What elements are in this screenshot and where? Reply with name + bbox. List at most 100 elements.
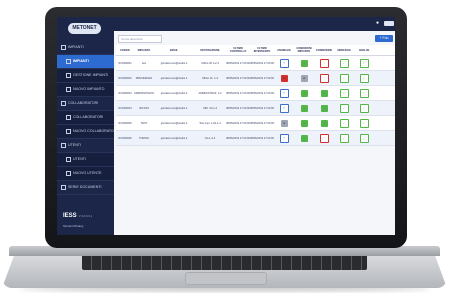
cell-id: ID:0000006: [118, 136, 132, 140]
cell-d1: 08/05/2019 17:00:00: [226, 76, 250, 80]
status-cell: ✓: [354, 103, 374, 113]
blue-status-icon[interactable]: ?: [279, 58, 289, 68]
user-menu[interactable]: [384, 21, 394, 26]
sidebar-item-nuovo-utente[interactable]: NUOVO UTENTE: [57, 167, 114, 181]
column-header[interactable]: EMAIL: [154, 49, 194, 52]
redfill-status-icon[interactable]: ✖: [280, 74, 288, 82]
chk-status-icon[interactable]: ✓: [359, 118, 369, 128]
sidebar-item-collaboratori[interactable]: COLLABORATORI: [57, 111, 114, 125]
cell-d2: 08/05/2019 17:00:00: [250, 61, 274, 65]
cell-mail: giordano.test@studio.it: [160, 106, 188, 110]
cell-mail: giordano.test@studio.it: [160, 61, 188, 65]
chk-status-icon[interactable]: ✓: [339, 58, 349, 68]
green-status-icon[interactable]: →: [320, 89, 328, 97]
laptop-trackpad: [185, 272, 267, 285]
red-status-icon[interactable]: !: [319, 133, 329, 143]
table-row[interactable]: ID:0000004 UFFICIO giordano.test@studio.it…: [116, 101, 395, 116]
sidebar-item-utenti[interactable]: UTENTI: [57, 139, 114, 153]
menu-icon: [61, 142, 66, 148]
table-row[interactable]: ID:0000001 test giordano.test@studio.it Uff…: [116, 56, 395, 71]
chk-status-icon[interactable]: ✓: [339, 133, 349, 143]
cell-id: ID:0000002: [118, 76, 132, 80]
chk-status-icon[interactable]: ✓: [339, 88, 349, 98]
sidebar-nav: IMPIANTI IMPIANTI GESTIONE IMPIANTI NUOVO I…: [57, 41, 114, 195]
status-cell: !: [314, 133, 334, 143]
menu-icon: [61, 184, 66, 190]
cell-dest: AMMINISTRAZ. 1-2: [198, 91, 222, 95]
status-cell: ✓: [334, 118, 354, 128]
chk-status-icon[interactable]: ✓: [359, 103, 369, 113]
footer-links[interactable]: Termini Privacy: [63, 224, 83, 228]
green-status-icon[interactable]: →: [320, 119, 328, 127]
cell-d1: 08/05/2019 17:00:00: [226, 121, 250, 125]
red-status-icon[interactable]: !: [319, 73, 329, 83]
cell-d2: 08/05/2019 17:00:00: [250, 121, 274, 125]
green-status-icon[interactable]: →: [300, 134, 308, 142]
cell-ass: TORINO: [138, 136, 150, 140]
cell-mail: giordano.test@studio.it: [160, 91, 188, 95]
table-row[interactable]: ID:0000002 PRESIDENZA giordano.test@studio…: [116, 71, 395, 86]
cell-id: ID:0000005: [118, 121, 132, 125]
blue-status-icon[interactable]: ?: [279, 103, 289, 113]
table-row[interactable]: ID:0000006 TORINO giordano.test@studio.it V…: [116, 131, 395, 146]
sidebar-item-nuovo-collaboratore[interactable]: NUOVO COLLABORATORE: [57, 125, 114, 139]
status-cell: ✓: [334, 133, 354, 143]
status-cell: ?: [274, 103, 294, 113]
blue-status-icon[interactable]: ?: [279, 133, 289, 143]
green-status-icon[interactable]: →: [300, 119, 308, 127]
column-header[interactable]: CONDIZIONI IMPIANTO: [294, 47, 314, 53]
sidebar-item-collaboratori[interactable]: COLLABORATORI: [57, 97, 114, 111]
column-header[interactable]: ULTIMO INTERVENTO: [250, 47, 274, 53]
chk-status-icon[interactable]: ✓: [359, 88, 369, 98]
column-header[interactable]: ANOMALIE: [274, 49, 294, 52]
chk-status-icon[interactable]: ✓: [359, 73, 369, 83]
blue-status-icon[interactable]: ?: [279, 88, 289, 98]
sidebar-item-label: IMPIANTI: [68, 45, 84, 49]
sidebar-item-impianti[interactable]: IMPIANTI: [57, 55, 114, 69]
gray-status-icon[interactable]: ■: [280, 119, 288, 127]
bell-icon[interactable]: ●: [376, 21, 381, 26]
menu-icon: [61, 44, 66, 50]
table-row[interactable]: ID:0000005 TEST giordano.test@studio.it Tes…: [116, 116, 395, 131]
gray-status-icon[interactable]: ■: [300, 74, 308, 82]
cell-d2: 08/05/2019 17:00:00: [250, 136, 274, 140]
column-header[interactable]: DESTINAZIONE: [194, 49, 226, 52]
status-cell: ✓: [354, 88, 374, 98]
green-status-icon[interactable]: →: [300, 104, 308, 112]
new-button[interactable]: + Fun: [375, 35, 393, 42]
status-cell: ?: [274, 133, 294, 143]
chk-status-icon[interactable]: ✓: [339, 118, 349, 128]
version-text: V 0.0.0.0.1: [78, 214, 93, 218]
menu-icon: [66, 128, 71, 134]
cell-d2: 08/05/2019 17:00:00: [250, 91, 274, 95]
status-cell: ✓: [334, 73, 354, 83]
column-header[interactable]: CODICE: [116, 49, 134, 52]
table-row[interactable]: ID:0000003AMMINISTRAZIONE giordano.test@s…: [116, 86, 395, 101]
cell-dest: Ufficio 01 -1-2: [201, 76, 219, 80]
chk-status-icon[interactable]: ✓: [359, 133, 369, 143]
laptop-screen: METONET IMPIANTI IMPIANTI GESTIONE IMPIANT…: [57, 17, 395, 235]
green-status-icon[interactable]: →: [300, 89, 308, 97]
status-cell: →: [294, 104, 314, 112]
sidebar-item-utenti[interactable]: UTENTI: [57, 153, 114, 167]
search-input[interactable]: Cerca dispositivi: [118, 35, 162, 43]
cell-ass: test: [141, 61, 147, 65]
column-header[interactable]: ULTIMO CONTROLLO: [226, 47, 250, 53]
sidebar-item-impianti[interactable]: IMPIANTI: [57, 41, 114, 55]
green-status-icon[interactable]: →: [300, 59, 308, 67]
sidebar-item-gestione-impianti[interactable]: GESTIONE IMPIANTI: [57, 69, 114, 83]
column-header[interactable]: ANALISI: [354, 49, 374, 52]
column-header[interactable]: IMPIANTO: [134, 49, 154, 52]
app-logo[interactable]: METONET: [68, 23, 101, 34]
sidebar-item-nuovo-impianto[interactable]: NUOVO IMPIANTO: [57, 83, 114, 97]
column-header[interactable]: CONDIZIONE: [314, 49, 334, 52]
sidebar-item-serie-documenti[interactable]: SERIE DOCUMENTI: [57, 181, 114, 195]
chk-status-icon[interactable]: ✓: [339, 103, 349, 113]
status-cell: ✖: [274, 74, 294, 82]
green-status-icon[interactable]: →: [320, 104, 328, 112]
table-header: CODICE IMPIANTO EMAIL DESTINAZIONE ULTIMO CO…: [116, 45, 395, 56]
red-status-icon[interactable]: !: [319, 58, 329, 68]
column-header[interactable]: VERIFICHE: [334, 49, 354, 52]
chk-status-icon[interactable]: ✓: [359, 58, 369, 68]
chk-status-icon[interactable]: ✓: [339, 73, 349, 83]
